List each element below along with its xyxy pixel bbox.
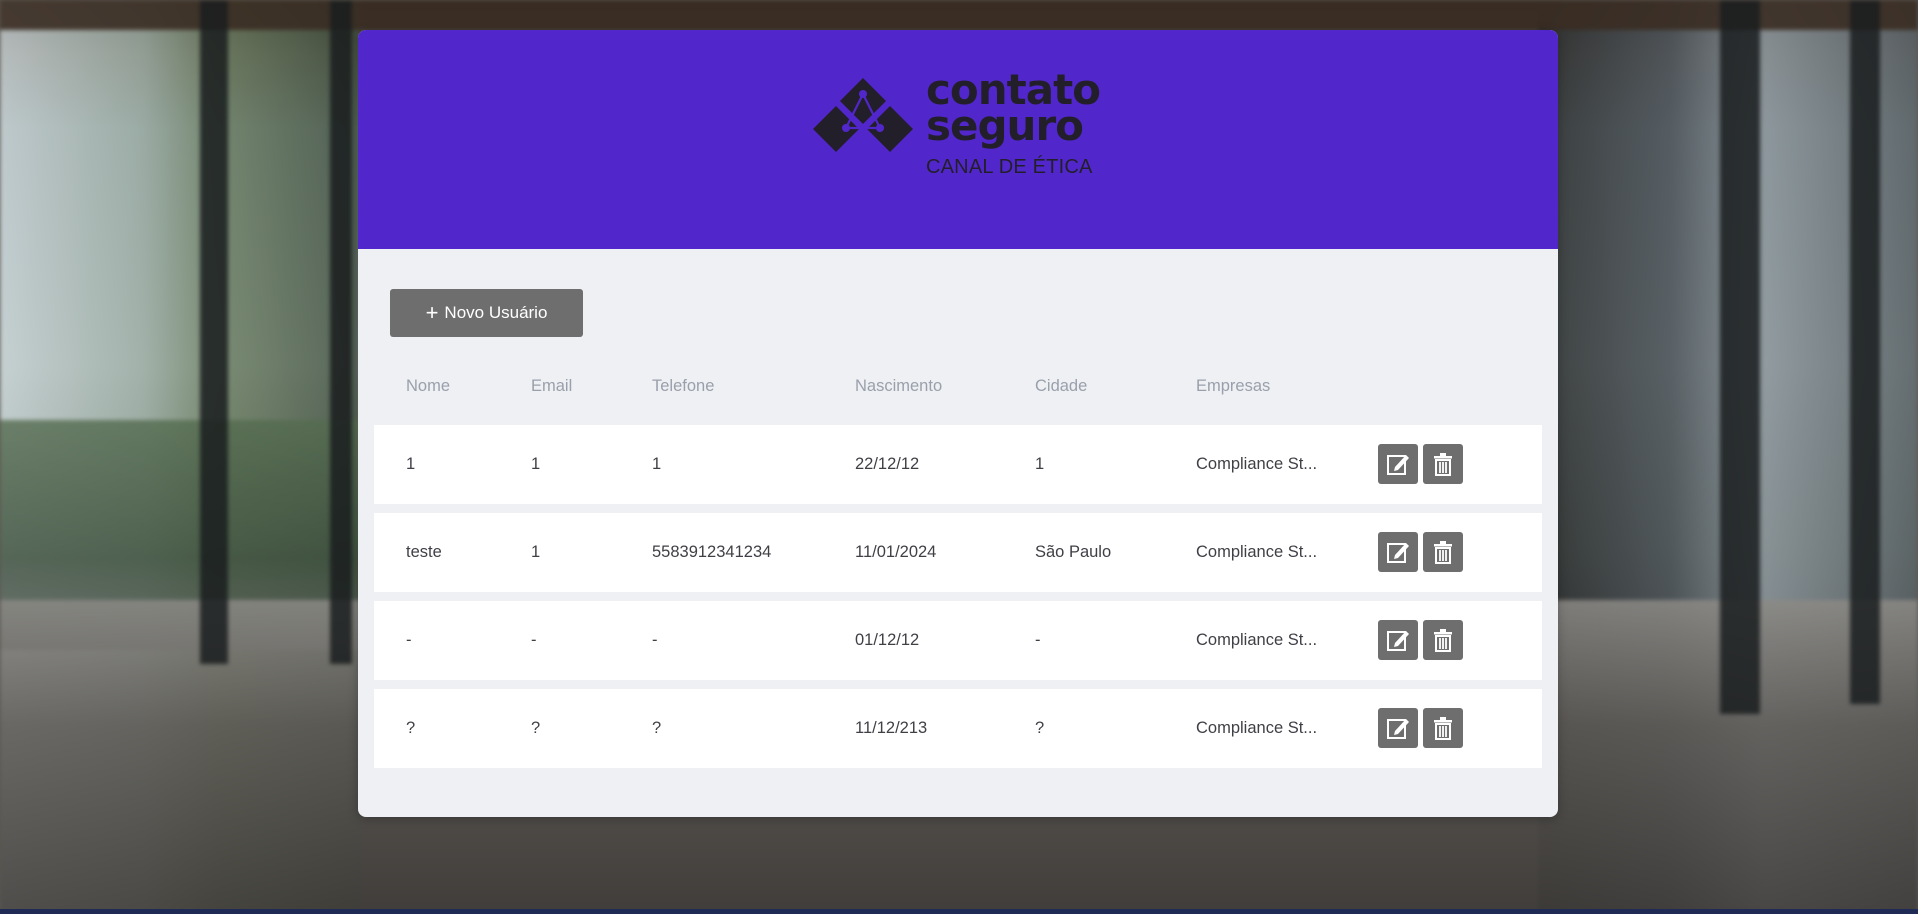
- table-row: ? ? ? 11/12/213 ? Compliance St...: [374, 689, 1542, 768]
- edit-icon: [1387, 543, 1409, 563]
- delete-button[interactable]: [1423, 532, 1463, 572]
- table-header: Nome Email Telefone Nascimento Cidade Em…: [358, 377, 1558, 407]
- cell-email: 1: [531, 455, 541, 473]
- cell-nome: ?: [406, 719, 416, 737]
- column-header-cidade: Cidade: [1035, 377, 1088, 395]
- brand-name-line2: seguro: [926, 101, 1084, 150]
- row-actions: [1378, 444, 1463, 484]
- cell-cidade: ?: [1035, 719, 1045, 737]
- plus-icon: +: [425, 300, 439, 325]
- row-actions: [1378, 620, 1463, 660]
- cell-nascimento: 22/12/12: [855, 455, 920, 473]
- logo-mark: [813, 78, 913, 152]
- brand-name: contato seguro: [926, 69, 1101, 150]
- cell-cidade: São Paulo: [1035, 543, 1112, 561]
- cell-nome: -: [406, 631, 412, 649]
- delete-button[interactable]: [1423, 620, 1463, 660]
- cell-nome: 1: [406, 455, 416, 473]
- row-actions: [1378, 708, 1463, 748]
- table-row: teste 1 5583912341234 11/01/2024 São Pau…: [374, 513, 1542, 592]
- edit-icon: [1387, 631, 1409, 651]
- cell-cidade: -: [1035, 631, 1041, 649]
- cell-nome: teste: [406, 543, 442, 561]
- edit-button[interactable]: [1378, 708, 1418, 748]
- cell-email: ?: [531, 719, 541, 737]
- column-header-nome: Nome: [406, 377, 451, 395]
- column-header-nascimento: Nascimento: [855, 377, 943, 395]
- header-banner: contato seguro CANAL DE ÉTICA: [358, 30, 1558, 249]
- edit-button[interactable]: [1378, 444, 1418, 484]
- edit-icon: [1387, 719, 1409, 739]
- brand-tagline: CANAL DE ÉTICA: [926, 156, 1093, 178]
- main-card: contato seguro CANAL DE ÉTICA + Novo Usu…: [358, 30, 1558, 817]
- delete-button[interactable]: [1423, 708, 1463, 748]
- cell-telefone: ?: [652, 719, 662, 737]
- column-header-empresas: Empresas: [1196, 377, 1271, 395]
- column-header-telefone: Telefone: [652, 377, 715, 395]
- table-row: - - - 01/12/12 - Compliance St...: [374, 601, 1542, 680]
- cell-cidade: 1: [1035, 455, 1045, 473]
- cell-email: 1: [531, 543, 541, 561]
- cell-empresas: Compliance St...: [1196, 543, 1318, 561]
- bottom-strip: [0, 909, 1918, 914]
- column-header-email: Email: [531, 377, 573, 395]
- cell-nascimento: 11/12/213: [855, 719, 928, 737]
- row-actions: [1378, 532, 1463, 572]
- new-user-label: Novo Usuário: [444, 303, 548, 322]
- trash-icon: [1434, 629, 1452, 652]
- trash-icon: [1434, 541, 1452, 564]
- cell-nascimento: 01/12/12: [855, 631, 920, 649]
- edit-icon: [1387, 455, 1409, 475]
- cell-email: -: [531, 631, 537, 649]
- brand-logo: contato seguro CANAL DE ÉTICA: [808, 69, 1128, 192]
- new-user-button[interactable]: + Novo Usuário: [390, 289, 583, 337]
- trash-icon: [1434, 717, 1452, 740]
- trash-icon: [1434, 453, 1452, 476]
- cell-nascimento: 11/01/2024: [855, 543, 937, 561]
- table-row: 1 1 1 22/12/12 1 Compliance St...: [374, 425, 1542, 504]
- cell-telefone: 1: [652, 455, 662, 473]
- cell-telefone: -: [652, 631, 658, 649]
- cell-empresas: Compliance St...: [1196, 455, 1318, 473]
- delete-button[interactable]: [1423, 444, 1463, 484]
- cell-empresas: Compliance St...: [1196, 719, 1318, 737]
- cell-empresas: Compliance St...: [1196, 631, 1318, 649]
- edit-button[interactable]: [1378, 532, 1418, 572]
- cell-telefone: 5583912341234: [652, 543, 772, 561]
- edit-button[interactable]: [1378, 620, 1418, 660]
